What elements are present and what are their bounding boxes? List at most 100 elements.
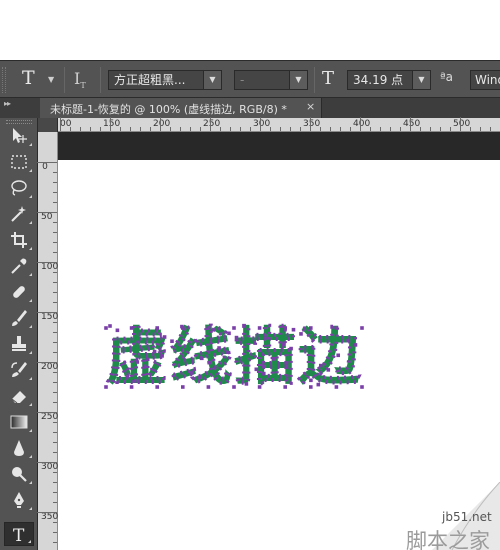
anchor-point[interactable]	[108, 324, 112, 328]
font-style-select[interactable]: - ▼	[234, 70, 308, 90]
anchor-point[interactable]	[257, 326, 262, 330]
chevron-down-icon[interactable]: ▼	[289, 71, 307, 89]
chevron-down-icon[interactable]: ▼	[203, 71, 221, 89]
ruler-tick	[53, 382, 57, 383]
ruler-origin[interactable]	[38, 118, 58, 132]
anchor-point[interactable]	[135, 360, 140, 364]
pasteboard	[58, 132, 500, 160]
anchor-point[interactable]	[227, 331, 231, 336]
ruler-tick	[160, 117, 161, 131]
healing-brush-tool-icon[interactable]	[4, 280, 34, 304]
anchor-point[interactable]	[254, 367, 259, 372]
anchor-point[interactable]	[224, 350, 229, 354]
close-icon[interactable]: ×	[306, 100, 315, 113]
anchor-point[interactable]	[360, 385, 364, 389]
history-brush-tool-icon[interactable]	[4, 358, 34, 382]
anchor-point[interactable]	[232, 385, 236, 389]
anchor-point[interactable]	[104, 326, 108, 330]
anchor-point[interactable]	[291, 327, 296, 332]
ruler-tick	[170, 127, 171, 131]
anchor-point[interactable]	[283, 385, 287, 389]
anchor-point[interactable]	[142, 364, 147, 369]
anchor-point[interactable]	[160, 354, 164, 358]
anchor-point[interactable]	[309, 326, 313, 330]
font-family-select[interactable]: 方正超粗黑... ▼	[108, 70, 222, 90]
anchor-point[interactable]	[244, 382, 249, 386]
marquee-tool-icon[interactable]	[4, 150, 34, 174]
anchor-point[interactable]	[262, 371, 266, 376]
eyedropper-tool-icon[interactable]	[4, 254, 34, 278]
anchor-point[interactable]	[353, 343, 358, 347]
anchor-point[interactable]	[232, 326, 236, 330]
anchor-point[interactable]	[309, 378, 313, 383]
anchor-point[interactable]	[309, 385, 313, 389]
anchor-point[interactable]	[162, 335, 167, 339]
ruler-tick	[53, 422, 57, 423]
ruler-tick	[250, 127, 251, 131]
anchor-point[interactable]	[334, 385, 339, 389]
anchor-point[interactable]	[181, 326, 185, 330]
anchor-point[interactable]	[326, 368, 331, 372]
anchor-point[interactable]	[207, 360, 211, 365]
anchor-point[interactable]	[200, 356, 204, 361]
magic-wand-tool-icon[interactable]	[4, 202, 34, 226]
vertical-ruler[interactable]: 0 50 100 150 200 250 300 350	[37, 132, 58, 550]
anchor-point[interactable]	[360, 326, 364, 330]
chevron-down-icon[interactable]: ▼	[412, 71, 430, 89]
anchor-point[interactable]	[281, 342, 286, 347]
anchor-point[interactable]	[155, 326, 159, 330]
eraser-tool-icon[interactable]	[4, 384, 34, 408]
gradient-tool-icon[interactable]	[4, 410, 34, 434]
anchor-point[interactable]	[133, 379, 137, 383]
ruler-tick	[440, 127, 441, 131]
type-tool-icon[interactable]: T	[4, 522, 34, 546]
anchor-point[interactable]	[206, 326, 211, 330]
anchor-point[interactable]	[190, 371, 194, 375]
anchor-point[interactable]	[299, 332, 303, 336]
anchor-point[interactable]	[289, 346, 293, 351]
top-blank-area	[0, 0, 500, 60]
dashed-stroke-text[interactable]: 虚线描边	[105, 319, 362, 394]
horizontal-ruler[interactable]: 00 150 200 250 300 350 400 450 500	[58, 117, 500, 132]
anchor-point[interactable]	[197, 375, 202, 379]
options-bar-grip[interactable]	[2, 67, 6, 93]
anchor-point[interactable]	[336, 353, 340, 358]
anti-alias-select[interactable]: Wind	[470, 70, 500, 90]
anchor-point[interactable]	[170, 339, 174, 343]
anchor-point[interactable]	[152, 349, 157, 354]
anchor-point[interactable]	[104, 385, 108, 389]
anchor-point[interactable]	[129, 385, 134, 389]
ruler-label: 250	[203, 119, 221, 129]
document-tab[interactable]: 未标题-1-恢复的 @ 100% (虚线描边, RGB/8) * ×	[40, 98, 322, 118]
crop-tool-icon[interactable]	[4, 228, 34, 252]
anchor-point[interactable]	[334, 326, 339, 330]
pen-tool-icon[interactable]	[4, 488, 34, 512]
clone-stamp-tool-icon[interactable]	[4, 332, 34, 356]
tool-preset-caret-icon[interactable]: ▼	[48, 75, 54, 84]
anchor-point[interactable]	[283, 326, 287, 330]
anchor-point[interactable]	[125, 374, 130, 379]
anchor-point[interactable]	[155, 385, 159, 389]
anchor-point[interactable]	[271, 357, 276, 361]
anchor-point[interactable]	[181, 385, 185, 389]
type-tool-preset-icon[interactable]: T	[22, 67, 35, 89]
dodge-tool-icon[interactable]	[4, 462, 34, 486]
anchor-point[interactable]	[206, 385, 211, 389]
anchor-point[interactable]	[115, 328, 120, 333]
anchor-point[interactable]	[217, 346, 221, 350]
move-tool-icon[interactable]	[4, 124, 34, 148]
anchor-point[interactable]	[234, 335, 239, 340]
anchor-point[interactable]	[129, 326, 134, 330]
anchor-point[interactable]	[346, 338, 350, 343]
collapse-panels-icon[interactable]: ▸▸	[4, 99, 11, 108]
anchor-point[interactable]	[257, 385, 262, 389]
text-orientation-toggle-icon[interactable]: IT	[74, 69, 86, 90]
lasso-tool-icon[interactable]	[4, 176, 34, 200]
anchor-point[interactable]	[316, 382, 321, 387]
ruler-label: 50	[41, 212, 53, 222]
font-size-select[interactable]: 34.19 点 ▼	[347, 70, 431, 90]
ruler-tick	[53, 222, 57, 223]
anchor-point[interactable]	[319, 363, 323, 368]
blur-tool-icon[interactable]	[4, 436, 34, 460]
brush-tool-icon[interactable]	[4, 306, 34, 330]
